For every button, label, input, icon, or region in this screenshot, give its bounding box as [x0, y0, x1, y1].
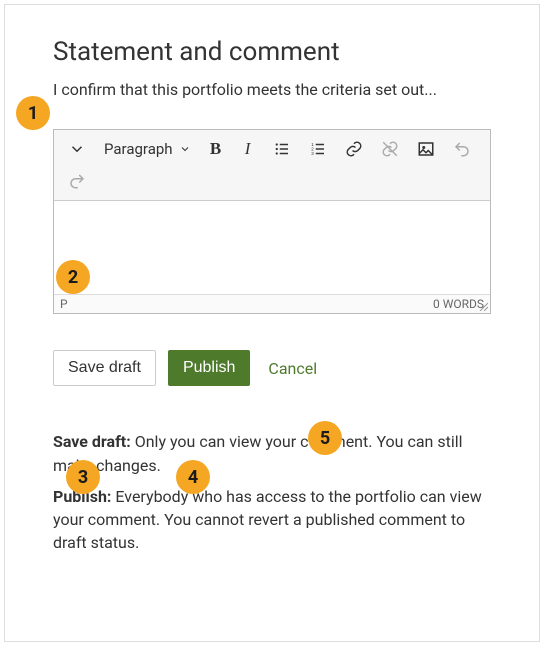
publish-button[interactable]: Publish: [168, 350, 250, 386]
editor-word-count: 0 WORDS: [433, 297, 484, 311]
help-publish: Publish: Everybody who has access to the…: [53, 485, 491, 555]
save-draft-button[interactable]: Save draft: [53, 350, 156, 386]
resize-grip-icon[interactable]: [478, 301, 488, 311]
section-heading: Statement and comment: [53, 37, 491, 67]
format-dropdown[interactable]: Paragraph: [96, 136, 199, 162]
bold-button[interactable]: B: [201, 134, 231, 164]
bold-icon: B: [210, 139, 221, 159]
annotation-callout-3: 3: [66, 460, 100, 494]
annotation-callout-1: 1: [16, 96, 50, 130]
italic-icon: I: [245, 139, 251, 159]
numbered-list-icon: 1 2 3: [309, 140, 327, 158]
help-save-term: Save draft:: [53, 432, 131, 451]
page-container: Statement and comment I confirm that thi…: [4, 4, 540, 642]
unlink-icon: [381, 140, 399, 158]
editor-toolbar: Paragraph B I 1 2 3: [54, 130, 490, 201]
format-dropdown-label: Paragraph: [104, 140, 173, 158]
link-button[interactable]: [337, 134, 371, 164]
chevron-down-icon: [68, 140, 86, 158]
redo-icon: [68, 172, 86, 190]
link-icon: [345, 140, 363, 158]
annotation-callout-2: 2: [56, 260, 90, 294]
editor-element-path: P: [60, 297, 68, 311]
intro-text: I confirm that this portfolio meets the …: [53, 79, 491, 101]
redo-button[interactable]: [60, 166, 94, 196]
help-save-draft: Save draft: Only you can view your comme…: [53, 430, 491, 476]
chevron-down-icon: [179, 143, 191, 155]
bullet-list-button[interactable]: [265, 134, 299, 164]
italic-button[interactable]: I: [233, 134, 263, 164]
action-button-row: Save draft Publish Cancel: [53, 350, 491, 386]
annotation-callout-5: 5: [308, 421, 342, 455]
svg-text:3: 3: [311, 151, 314, 156]
bullet-list-icon: [273, 140, 291, 158]
expand-toolbar-button[interactable]: [60, 134, 94, 164]
editor-textarea[interactable]: [54, 201, 490, 295]
undo-button[interactable]: [445, 134, 479, 164]
image-icon: [417, 140, 435, 158]
editor-statusbar: P 0 WORDS: [54, 295, 490, 313]
undo-icon: [453, 140, 471, 158]
numbered-list-button[interactable]: 1 2 3: [301, 134, 335, 164]
rich-text-editor: Paragraph B I 1 2 3: [53, 129, 491, 314]
image-button[interactable]: [409, 134, 443, 164]
unlink-button[interactable]: [373, 134, 407, 164]
annotation-callout-4: 4: [176, 460, 210, 494]
cancel-link[interactable]: Cancel: [268, 359, 317, 378]
help-publish-text: Everybody who has access to the portfoli…: [53, 487, 482, 552]
